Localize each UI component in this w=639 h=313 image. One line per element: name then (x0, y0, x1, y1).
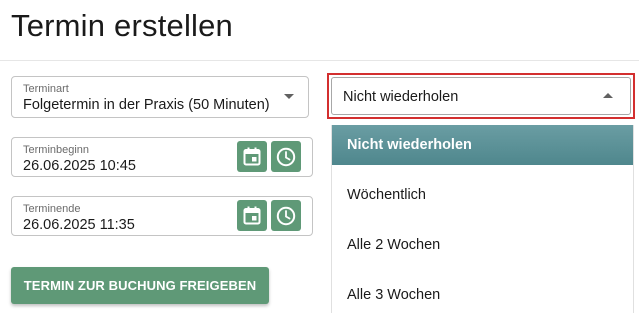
appointment-type-label: Terminart (23, 83, 69, 95)
calendar-icon (243, 206, 261, 225)
repeat-select[interactable]: Nicht wiederholen (331, 77, 631, 115)
repeat-option-every-2-weeks[interactable]: Alle 2 Wochen (332, 220, 633, 270)
repeat-option-weekly[interactable]: Wöchentlich (332, 170, 633, 220)
triangle-down-icon (284, 94, 294, 99)
end-time-button[interactable] (271, 200, 301, 231)
start-calendar-button[interactable] (237, 141, 267, 172)
triangle-up-icon (603, 93, 613, 98)
appointment-type-select[interactable]: Terminart Folgetermin in der Praxis (50 … (11, 76, 309, 118)
appointment-end-field[interactable]: Terminende 26.06.2025 11:35 (11, 196, 313, 236)
appointment-start-value: 26.06.2025 10:45 (23, 158, 136, 174)
appointment-start-field[interactable]: Terminbeginn 26.06.2025 10:45 (11, 137, 313, 177)
calendar-icon (243, 147, 261, 166)
appointment-end-label: Terminende (23, 203, 81, 215)
release-for-booking-button[interactable]: TERMIN ZUR BUCHUNG FREIGEBEN (11, 267, 269, 304)
repeat-dropdown-menu: Nicht wiederholen Wöchentlich Alle 2 Woc… (331, 125, 634, 313)
page-title: Termin erstellen (11, 8, 234, 43)
appointment-start-label: Terminbeginn (23, 144, 90, 156)
repeat-option-none[interactable]: Nicht wiederholen (332, 125, 633, 165)
repeat-select-value: Nicht wiederholen (343, 89, 459, 105)
appointment-type-value: Folgetermin in der Praxis (50 Minuten) (23, 97, 270, 113)
clock-icon (276, 206, 296, 225)
appointment-end-value: 26.06.2025 11:35 (23, 217, 135, 233)
end-calendar-button[interactable] (237, 200, 267, 231)
clock-icon (276, 147, 296, 166)
start-time-button[interactable] (271, 141, 301, 172)
repeat-option-every-3-weeks[interactable]: Alle 3 Wochen (332, 270, 633, 313)
title-divider (0, 60, 639, 61)
